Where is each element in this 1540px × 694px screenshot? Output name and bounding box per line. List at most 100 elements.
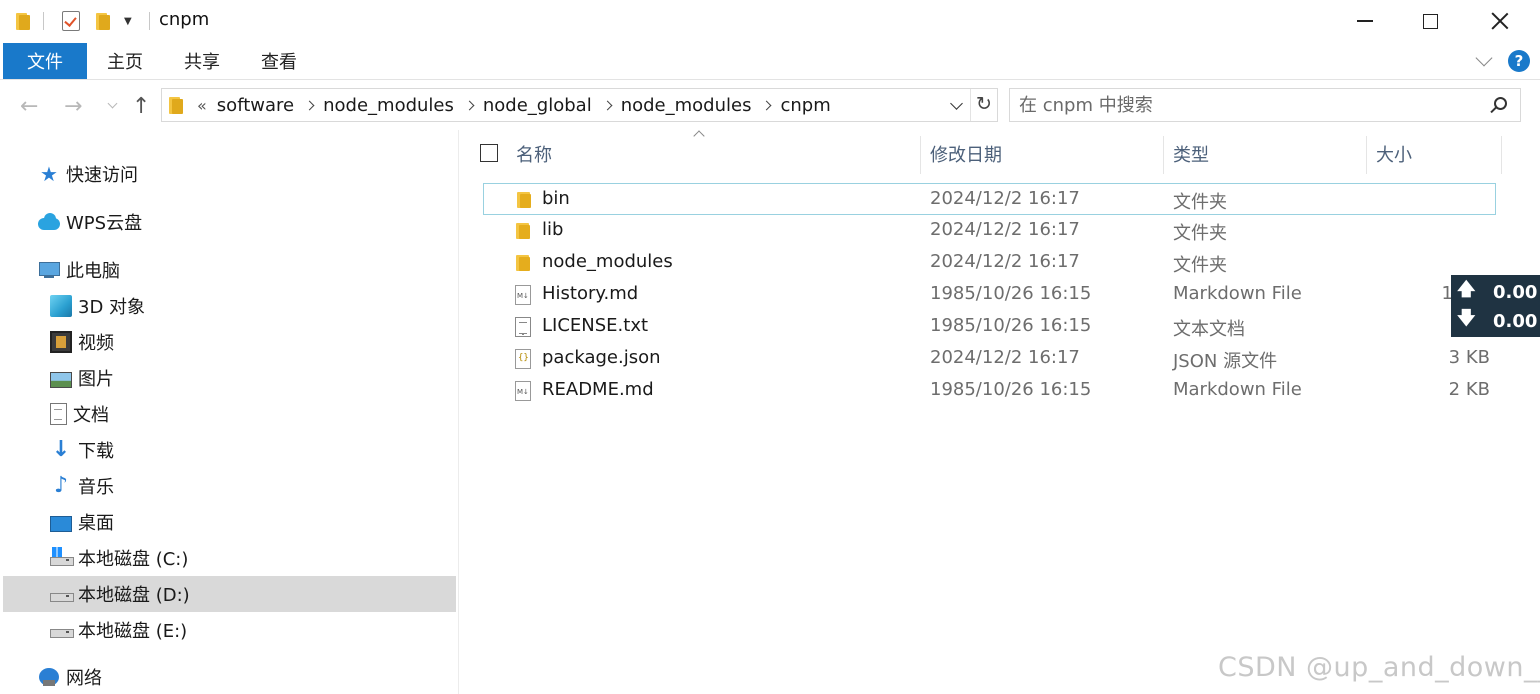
tab-home[interactable]: 主页 bbox=[107, 43, 143, 79]
network-speed-widget: 🡅 0.00 🡇 0.00 bbox=[1451, 275, 1540, 337]
column-header-size[interactable]: 大小 bbox=[1376, 141, 1412, 167]
sidebar-item-label: 本地磁盘 (D:) bbox=[78, 585, 190, 606]
ribbon-tabs: 文件 主页 共享 查看 ? bbox=[0, 42, 1540, 80]
toolbar-separator bbox=[43, 12, 44, 30]
address-dropdown-chevron-icon[interactable] bbox=[950, 97, 963, 110]
sidebar-item-this-pc[interactable]: 此电脑 bbox=[38, 252, 456, 288]
expand-ribbon-chevron-icon[interactable] bbox=[1475, 49, 1493, 67]
file-row[interactable]: node_modules 2024/12/2 16:17 文件夹 bbox=[483, 247, 1496, 279]
new-folder-icon bbox=[96, 12, 110, 30]
file-type: JSON 源文件 bbox=[1173, 351, 1278, 372]
minimize-icon bbox=[1357, 20, 1373, 22]
breadcrumb-item[interactable]: node_modules bbox=[323, 95, 454, 116]
desktop-icon bbox=[50, 515, 72, 532]
search-box[interactable] bbox=[1009, 88, 1521, 122]
forward-arrow-icon[interactable]: → bbox=[64, 94, 82, 119]
video-icon bbox=[50, 331, 72, 353]
sidebar-item-music[interactable]: ♪ 音乐 bbox=[50, 468, 456, 504]
column-header-date[interactable]: 修改日期 bbox=[930, 141, 1002, 167]
properties-button[interactable] bbox=[62, 8, 80, 34]
tab-file[interactable]: 文件 bbox=[3, 43, 87, 79]
address-bar[interactable]: « software node_modules node_global node… bbox=[161, 88, 998, 122]
file-date: 1985/10/26 16:15 bbox=[930, 379, 1092, 400]
breadcrumb-separator-icon[interactable] bbox=[304, 100, 315, 110]
sidebar-item-videos[interactable]: 视频 bbox=[50, 324, 456, 360]
drive-c-icon bbox=[50, 547, 74, 569]
breadcrumb-item[interactable]: node_modules bbox=[621, 95, 752, 116]
sidebar-item-label: 音乐 bbox=[78, 477, 114, 498]
sidebar-item-drive-c[interactable]: 本地磁盘 (C:) bbox=[50, 540, 456, 576]
file-date: 2024/12/2 16:17 bbox=[930, 188, 1080, 209]
column-divider[interactable] bbox=[1501, 136, 1502, 174]
column-header-row: 名称 修改日期 类型 大小 bbox=[460, 130, 1540, 176]
sidebar-item-label: 快速访问 bbox=[66, 165, 138, 186]
breadcrumb-item[interactable]: software bbox=[217, 95, 294, 116]
search-icon[interactable] bbox=[1494, 97, 1507, 110]
folder-icon bbox=[515, 221, 531, 241]
help-icon[interactable]: ? bbox=[1508, 50, 1530, 72]
sidebar-item-3d-objects[interactable]: 3D 对象 bbox=[50, 288, 456, 324]
back-arrow-icon[interactable]: ← bbox=[20, 94, 38, 119]
network-icon bbox=[38, 666, 60, 688]
sidebar-item-desktop[interactable]: 桌面 bbox=[50, 504, 456, 540]
file-type: 文件夹 bbox=[1173, 223, 1227, 244]
file-date: 2024/12/2 16:17 bbox=[930, 251, 1080, 272]
sidebar-item-documents[interactable]: 文档 bbox=[50, 396, 456, 432]
sidebar-item-label: 桌面 bbox=[78, 513, 114, 534]
maximize-button[interactable] bbox=[1395, 0, 1465, 42]
refresh-icon[interactable]: ↻ bbox=[976, 94, 996, 114]
breadcrumb-separator-icon[interactable] bbox=[602, 100, 613, 110]
title-bar: ▼ cnpm bbox=[0, 0, 1540, 42]
sidebar-item-label: 本地磁盘 (E:) bbox=[78, 621, 188, 642]
tab-share[interactable]: 共享 bbox=[184, 43, 220, 79]
file-row[interactable]: lib 2024/12/2 16:17 文件夹 bbox=[483, 215, 1496, 247]
sidebar-item-drive-d[interactable]: 本地磁盘 (D:) bbox=[3, 576, 456, 612]
file-row[interactable]: History.md 1985/10/26 16:15 Markdown Fil… bbox=[483, 279, 1496, 311]
sidebar-item-quick-access[interactable]: ★ 快速访问 bbox=[38, 156, 456, 192]
cube-3d-icon bbox=[50, 295, 72, 317]
column-header-name[interactable]: 名称 bbox=[516, 141, 552, 167]
customize-quick-access-button[interactable]: ▼ bbox=[124, 8, 132, 34]
sidebar-item-label: 网络 bbox=[66, 668, 102, 689]
sidebar-item-downloads[interactable]: ↓ 下载 bbox=[50, 432, 456, 468]
column-divider[interactable] bbox=[1366, 136, 1367, 174]
breadcrumb-overflow[interactable]: « bbox=[197, 96, 207, 115]
file-row[interactable]: LICENSE.txt 1985/10/26 16:15 文本文档 bbox=[483, 311, 1496, 343]
address-divider bbox=[970, 89, 971, 121]
file-size: 3 KB bbox=[1448, 347, 1490, 368]
search-input[interactable] bbox=[1019, 94, 1459, 116]
sidebar-item-label: 文档 bbox=[73, 405, 109, 426]
sidebar-item-label: 此电脑 bbox=[66, 261, 120, 282]
sidebar-item-label: 3D 对象 bbox=[78, 297, 146, 318]
sidebar-item-drive-e[interactable]: 本地磁盘 (E:) bbox=[50, 612, 456, 648]
navigation-pane: ★ 快速访问 WPS云盘 此电脑 3D 对象 视频 图片 文档 ↓ 下载 ♪ 音… bbox=[0, 130, 459, 694]
breadcrumb-item[interactable]: node_global bbox=[483, 95, 592, 116]
close-button[interactable] bbox=[1465, 0, 1535, 42]
file-row[interactable]: package.json 2024/12/2 16:17 JSON 源文件 3 … bbox=[483, 343, 1496, 375]
file-row[interactable]: README.md 1985/10/26 16:15 Markdown File… bbox=[483, 375, 1496, 407]
file-type: 文件夹 bbox=[1173, 255, 1227, 276]
column-divider[interactable] bbox=[920, 136, 921, 174]
sidebar-item-pictures[interactable]: 图片 bbox=[50, 360, 456, 396]
recent-locations-chevron-icon[interactable] bbox=[107, 98, 118, 109]
sidebar-item-label: 下载 bbox=[78, 441, 114, 462]
folder-icon bbox=[515, 253, 531, 273]
file-type: Markdown File bbox=[1173, 283, 1302, 304]
file-row[interactable]: bin 2024/12/2 16:17 文件夹 bbox=[483, 183, 1496, 215]
tab-view[interactable]: 查看 bbox=[261, 43, 297, 79]
sidebar-item-network[interactable]: 网络 bbox=[38, 659, 456, 694]
breadcrumb-item[interactable]: cnpm bbox=[780, 95, 830, 116]
new-folder-button[interactable] bbox=[96, 8, 110, 34]
drive-icon bbox=[50, 583, 74, 605]
file-name: package.json bbox=[542, 347, 661, 368]
column-divider[interactable] bbox=[1163, 136, 1164, 174]
folder-icon bbox=[516, 190, 532, 210]
up-arrow-icon[interactable]: ↑ bbox=[132, 94, 150, 119]
breadcrumb-separator-icon[interactable] bbox=[762, 100, 772, 110]
column-header-type[interactable]: 类型 bbox=[1173, 141, 1209, 167]
sidebar-item-wps-cloud[interactable]: WPS云盘 bbox=[38, 204, 456, 240]
select-all-checkbox[interactable] bbox=[480, 144, 498, 162]
close-icon bbox=[1491, 12, 1509, 30]
breadcrumb-separator-icon[interactable] bbox=[464, 100, 475, 110]
minimize-button[interactable] bbox=[1330, 0, 1400, 42]
